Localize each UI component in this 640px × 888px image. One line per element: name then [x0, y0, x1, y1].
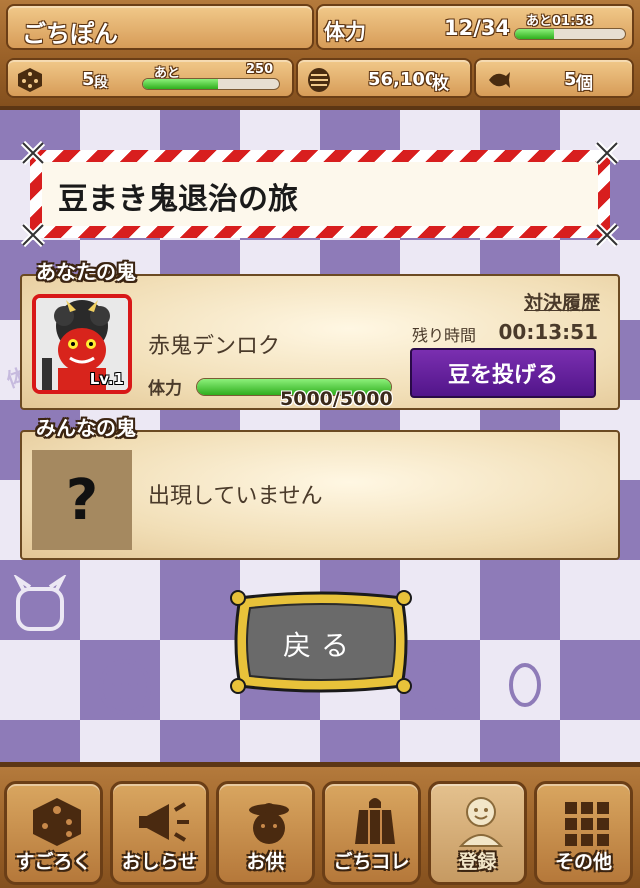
next-rank-value: 250 — [246, 62, 274, 77]
nav-label: 登録 — [458, 851, 497, 873]
coins-unit: 枚 — [432, 74, 449, 94]
coins-value: 56,100 — [368, 69, 438, 90]
rank-progress-bar — [142, 78, 280, 90]
otafuku-face-icon — [99, 659, 151, 715]
back-button-frame[interactable]: 戻る — [226, 590, 416, 694]
my-oni-section-label: あなたの鬼 — [36, 260, 136, 284]
stamina-bar — [514, 28, 626, 40]
oni-level: Lv.1 — [89, 370, 124, 388]
oni-avatar[interactable]: Lv.1 — [32, 294, 132, 394]
event-title-banner: 豆まき鬼退治の旅 — [20, 140, 620, 248]
rank-value: 5 — [82, 69, 95, 90]
items-unit: 個 — [576, 74, 593, 94]
nav-notices[interactable]: おしらせ — [110, 781, 209, 885]
everyone-oni-card: ? 出現していません — [20, 430, 620, 560]
battle-history-link[interactable]: 対決履歴 — [524, 288, 600, 315]
app-title: ごちぽん — [22, 20, 118, 48]
nav-companion[interactable]: お供 — [216, 781, 315, 885]
nav-other[interactable]: その他 — [534, 781, 633, 885]
nav-label: ごちコレ — [333, 851, 410, 873]
collection-bag-icon — [355, 798, 395, 844]
event-title: 豆まき鬼退治の旅 — [58, 182, 298, 217]
companion-icon — [249, 803, 289, 844]
megaphone-icon — [139, 802, 189, 842]
hp-value: 5000/5000 — [280, 388, 393, 410]
question-mark-icon: ? — [65, 467, 99, 533]
nav-register[interactable]: 登録 — [428, 781, 527, 885]
nav-label: お供 — [246, 851, 285, 873]
register-person-icon — [458, 797, 504, 847]
stamina-label: 体力 — [324, 20, 366, 44]
items-value: 5 — [564, 69, 577, 90]
nav-collection[interactable]: ごちコレ — [322, 781, 421, 885]
nav-label: すごろく — [15, 851, 92, 873]
bean-icon — [189, 663, 221, 707]
items-plank: 5 個 — [474, 58, 634, 98]
my-oni-card: Lv.1 赤鬼デンロク 体力 5000/5000 対決履歴 残り時間 00:13… — [20, 274, 620, 410]
stamina-bar-fill — [515, 29, 554, 39]
rank-progress-fill — [143, 79, 218, 89]
nav-sugoroku[interactable]: すごろく — [4, 781, 103, 885]
everyone-oni-section-label: みんなの鬼 — [36, 416, 136, 440]
rank-plank: 5 段 あと 250 — [6, 58, 294, 98]
time-left-label: 残り時間 — [412, 326, 477, 345]
stamina-recover-timer: あと01:58 — [526, 14, 594, 29]
ribbon-knot-icon — [594, 140, 620, 166]
fish-item-icon — [489, 72, 510, 88]
unknown-oni-placeholder: ? — [32, 450, 132, 550]
grid-menu-icon — [565, 802, 609, 846]
ribbon-knot-icon — [594, 222, 620, 248]
status-header: ごちぽん 体力 12/34 あと01:58 5 段 あと 250 56,100 … — [0, 0, 640, 110]
watermark-text: 体験版 — [6, 674, 71, 718]
otafuku-face-icon — [419, 659, 471, 715]
app-title-plank: ごちぽん — [6, 4, 314, 50]
rank-unit: 段 — [94, 75, 108, 91]
bottom-nav: すごろく おしらせ お供 ごちコレ 登録 その他 — [0, 762, 640, 888]
time-left-value: 00:13:51 — [498, 320, 599, 344]
hp-label: 体力 — [148, 379, 182, 399]
nav-label: おしらせ — [121, 851, 198, 873]
nav-label: その他 — [554, 851, 612, 873]
stamina-plank: 体力 12/34 あと01:58 — [316, 4, 634, 50]
ribbon-knot-icon — [20, 140, 46, 166]
stamina-value: 12/34 — [444, 16, 511, 40]
coins-plank: 56,100 枚 — [296, 58, 472, 98]
ribbon-inner: 豆まき鬼退治の旅 — [42, 162, 598, 226]
watermark-text: 体験版 — [558, 594, 623, 638]
oni-face-icon — [13, 575, 67, 631]
coin-stack-icon — [308, 68, 330, 92]
empty-message: 出現していません — [148, 484, 323, 509]
dice-icon — [33, 798, 81, 846]
dice-icon — [18, 68, 42, 92]
throw-beans-button[interactable]: 豆を投げる — [410, 348, 596, 398]
oni-name: 赤鬼デンロク — [148, 334, 281, 359]
ribbon-knot-icon — [20, 222, 46, 248]
back-button-label: 戻る — [282, 629, 359, 662]
bean-icon — [509, 663, 541, 707]
